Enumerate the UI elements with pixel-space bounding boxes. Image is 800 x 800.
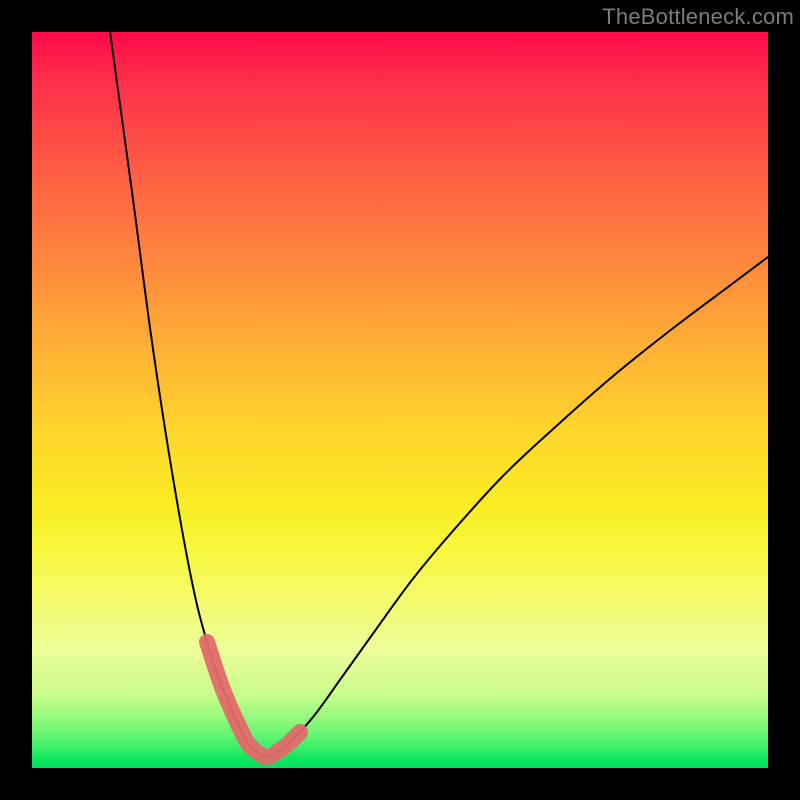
chart-frame: TheBottleneck.com bbox=[0, 0, 800, 800]
highlight-segment bbox=[207, 642, 300, 757]
watermark-text: TheBottleneck.com bbox=[602, 4, 794, 30]
plot-area bbox=[32, 32, 768, 768]
chart-svg bbox=[32, 32, 768, 768]
